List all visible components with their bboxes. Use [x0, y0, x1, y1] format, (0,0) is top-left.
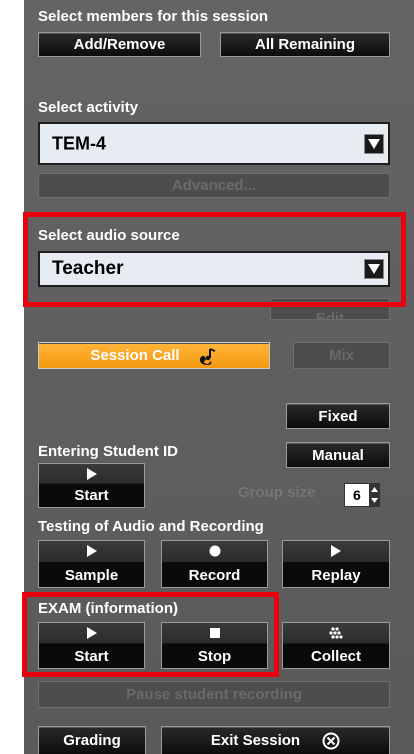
session-call-label: Session Call — [90, 347, 180, 364]
student-id-start-label: Start — [74, 487, 109, 504]
stepper-arrows-icon[interactable] — [369, 484, 379, 506]
all-remaining-button[interactable]: All Remaining — [220, 32, 390, 57]
manual-button[interactable]: Manual — [286, 442, 390, 468]
exit-session-button[interactable]: Exit Session — [161, 726, 390, 754]
replay-button[interactable]: Replay — [282, 540, 390, 588]
phone-speaker-icon — [198, 347, 218, 365]
chevron-down-icon — [364, 133, 384, 154]
activity-select[interactable]: TEM-4 — [38, 122, 390, 165]
student-id-start-button[interactable]: Start — [38, 463, 145, 508]
session-call-button[interactable]: Session Call — [38, 342, 270, 369]
mix-button[interactable]: Mix — [293, 342, 390, 369]
close-circle-icon — [322, 732, 340, 750]
record-icon — [162, 544, 267, 558]
audio-source-highlight — [23, 212, 406, 307]
sample-button[interactable]: Sample — [38, 540, 145, 588]
activity-select-value: TEM-4 — [52, 133, 106, 153]
edit-button-label: Edit — [315, 310, 345, 320]
collect-label: Collect — [310, 648, 361, 665]
session-control-panel: Select members for this session Add/Remo… — [22, 0, 414, 754]
activity-heading: Select activity — [38, 99, 139, 116]
sample-label: Sample — [64, 567, 119, 584]
play-icon — [39, 544, 144, 558]
collect-button[interactable]: Collect — [282, 622, 390, 669]
group-size-stepper[interactable]: 6 — [344, 483, 380, 507]
exit-session-label: Exit Session — [210, 732, 301, 749]
testing-heading: Testing of Audio and Recording — [38, 518, 264, 535]
record-button[interactable]: Record — [161, 540, 268, 588]
play-icon — [39, 467, 144, 481]
group-size-label: Group size — [238, 484, 316, 501]
add-remove-button[interactable]: Add/Remove — [38, 32, 201, 57]
group-size-value: 6 — [353, 487, 361, 503]
exam-highlight — [22, 592, 279, 677]
student-id-heading: Entering Student ID — [38, 443, 178, 460]
replay-label: Replay — [311, 567, 361, 584]
record-label: Record — [188, 567, 241, 584]
pause-student-recording-button[interactable]: Pause student recording — [38, 681, 390, 708]
collect-dots-icon — [283, 626, 389, 640]
advanced-button[interactable]: Advanced... — [38, 173, 390, 198]
fixed-button[interactable]: Fixed — [286, 403, 390, 429]
play-icon — [283, 544, 389, 558]
members-heading: Select members for this session — [38, 8, 269, 25]
grading-button[interactable]: Grading — [38, 726, 146, 754]
